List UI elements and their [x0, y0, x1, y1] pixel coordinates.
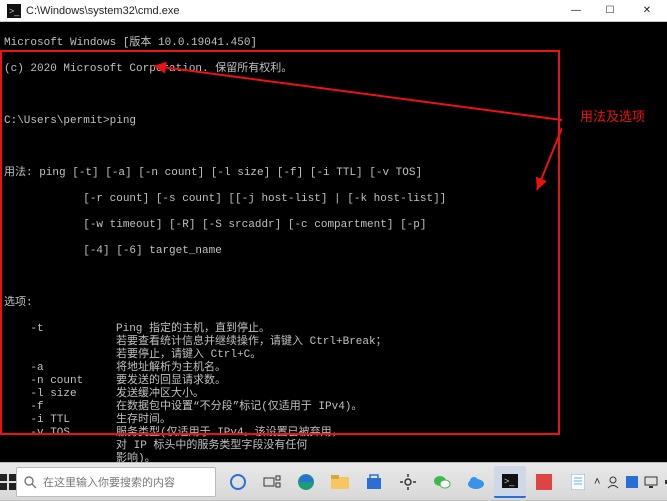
search-placeholder: 在这里输入你要搜索的内容 [43, 474, 175, 490]
tray-chevron-icon[interactable]: ˄ [594, 476, 600, 488]
taskview-icon[interactable] [256, 466, 288, 498]
option-row: -v TOS服务类型(仅适用于 IPv4。该设置已被弃用， [4, 427, 663, 440]
maximize-button[interactable]: ☐ [593, 0, 627, 21]
option-flag: -t [4, 323, 116, 336]
edge-icon[interactable] [290, 466, 322, 498]
windows-icon [0, 474, 16, 490]
titlebar[interactable]: >_ C:\Windows\system32\cmd.exe — ☐ ✕ [0, 0, 667, 22]
blank-line [4, 271, 663, 284]
window-title: C:\Windows\system32\cmd.exe [26, 5, 559, 17]
notepad-icon[interactable] [562, 466, 594, 498]
option-desc: 将地址解析为主机名。 [116, 362, 226, 375]
option-flag: -l size [4, 388, 116, 401]
option-row: 若要停止，请键入 Ctrl+C。 [4, 349, 663, 362]
usage-header: 用法: ping [-t] [-a] [-n count] [-l size] … [4, 167, 663, 180]
option-row: -a将地址解析为主机名。 [4, 362, 663, 375]
option-desc: 若要停止，请键入 Ctrl+C。 [116, 349, 261, 362]
option-flag [4, 453, 116, 462]
cmd-icon: >_ [6, 3, 22, 19]
option-flag: -f [4, 401, 116, 414]
cmd-window: >_ C:\Windows\system32\cmd.exe — ☐ ✕ Mic… [0, 0, 667, 462]
wechat-icon[interactable] [426, 466, 458, 498]
option-row: -i TTL生存时间。 [4, 414, 663, 427]
option-row: -tPing 指定的主机，直到停止。 [4, 323, 663, 336]
annotation-label: 用法及选项 [580, 110, 645, 123]
blank-line [4, 141, 663, 154]
option-desc: 在数据包中设置“不分段”标记(仅适用于 IPv4)。 [116, 401, 362, 414]
option-row: 对 IP 标头中的服务类型字段没有任何 [4, 440, 663, 453]
option-row: 若要查看统计信息并继续操作，请键入 Ctrl+Break； [4, 336, 663, 349]
svg-text:>_: >_ [9, 6, 20, 16]
option-row: 影响)。 [4, 453, 663, 462]
cortana-icon[interactable] [222, 466, 254, 498]
option-flag [4, 440, 116, 453]
usage-line: [-r count] [-s count] [[-j host-list] | … [4, 193, 663, 206]
close-button[interactable]: ✕ [627, 0, 667, 21]
option-flag [4, 336, 116, 349]
blank-line [4, 89, 663, 102]
app-icon[interactable] [528, 466, 560, 498]
usage-line: [-w timeout] [-R] [-S srcaddr] [-c compa… [4, 219, 663, 232]
tray-people-icon[interactable] [606, 475, 620, 489]
search-icon [23, 475, 37, 489]
option-flag: -n count [4, 375, 116, 388]
terminal-output[interactable]: Microsoft Windows [版本 10.0.19041.450] (c… [0, 22, 667, 462]
option-desc: Ping 指定的主机，直到停止。 [116, 323, 270, 336]
option-flag: -v TOS [4, 427, 116, 440]
options-title: 选项: [4, 297, 663, 310]
option-desc: 生存时间。 [116, 414, 171, 427]
option-flag [4, 349, 116, 362]
option-desc: 发送缓冲区大小。 [116, 388, 204, 401]
option-desc: 若要查看统计信息并继续操作，请键入 Ctrl+Break； [116, 336, 387, 349]
option-row: -l size发送缓冲区大小。 [4, 388, 663, 401]
start-button[interactable] [0, 463, 16, 501]
header-line: Microsoft Windows [版本 10.0.19041.450] [4, 37, 663, 50]
option-flag: -a [4, 362, 116, 375]
option-desc: 要发送的回显请求数。 [116, 375, 226, 388]
header-line: (c) 2020 Microsoft Corporation. 保留所有权利。 [4, 63, 663, 76]
option-desc: 对 IP 标头中的服务类型字段没有任何 [116, 440, 307, 453]
cmd-taskbar-icon[interactable]: >_ [494, 466, 526, 498]
window-controls: — ☐ ✕ [559, 0, 667, 21]
prompt-line: C:\Users\permit>ping [4, 115, 663, 128]
option-row: -n count要发送的回显请求数。 [4, 375, 663, 388]
minimize-button[interactable]: — [559, 0, 593, 21]
taskbar: 在这里输入你要搜索的内容 >_ ˄ 中 17:22 2020/9/5 [0, 462, 667, 500]
explorer-icon[interactable] [324, 466, 356, 498]
cloud-icon[interactable] [460, 466, 492, 498]
option-row: -f在数据包中设置“不分段”标记(仅适用于 IPv4)。 [4, 401, 663, 414]
store-icon[interactable] [358, 466, 390, 498]
option-flag: -i TTL [4, 414, 116, 427]
system-tray: ˄ 中 17:22 2020/9/5 ☐ [594, 471, 667, 493]
option-desc: 影响)。 [116, 453, 156, 462]
tray-network-icon[interactable] [644, 476, 658, 488]
option-desc: 服务类型(仅适用于 IPv4。该设置已被弃用， [116, 427, 343, 440]
taskbar-pinned: >_ [222, 466, 594, 498]
taskbar-search[interactable]: 在这里输入你要搜索的内容 [16, 467, 216, 497]
settings-icon[interactable] [392, 466, 424, 498]
svg-text:>_: >_ [504, 476, 515, 486]
options-list: -tPing 指定的主机，直到停止。 若要查看统计信息并继续操作，请键入 Ctr… [4, 323, 663, 462]
usage-line: [-4] [-6] target_name [4, 245, 663, 258]
tray-app-icon[interactable] [626, 476, 638, 488]
